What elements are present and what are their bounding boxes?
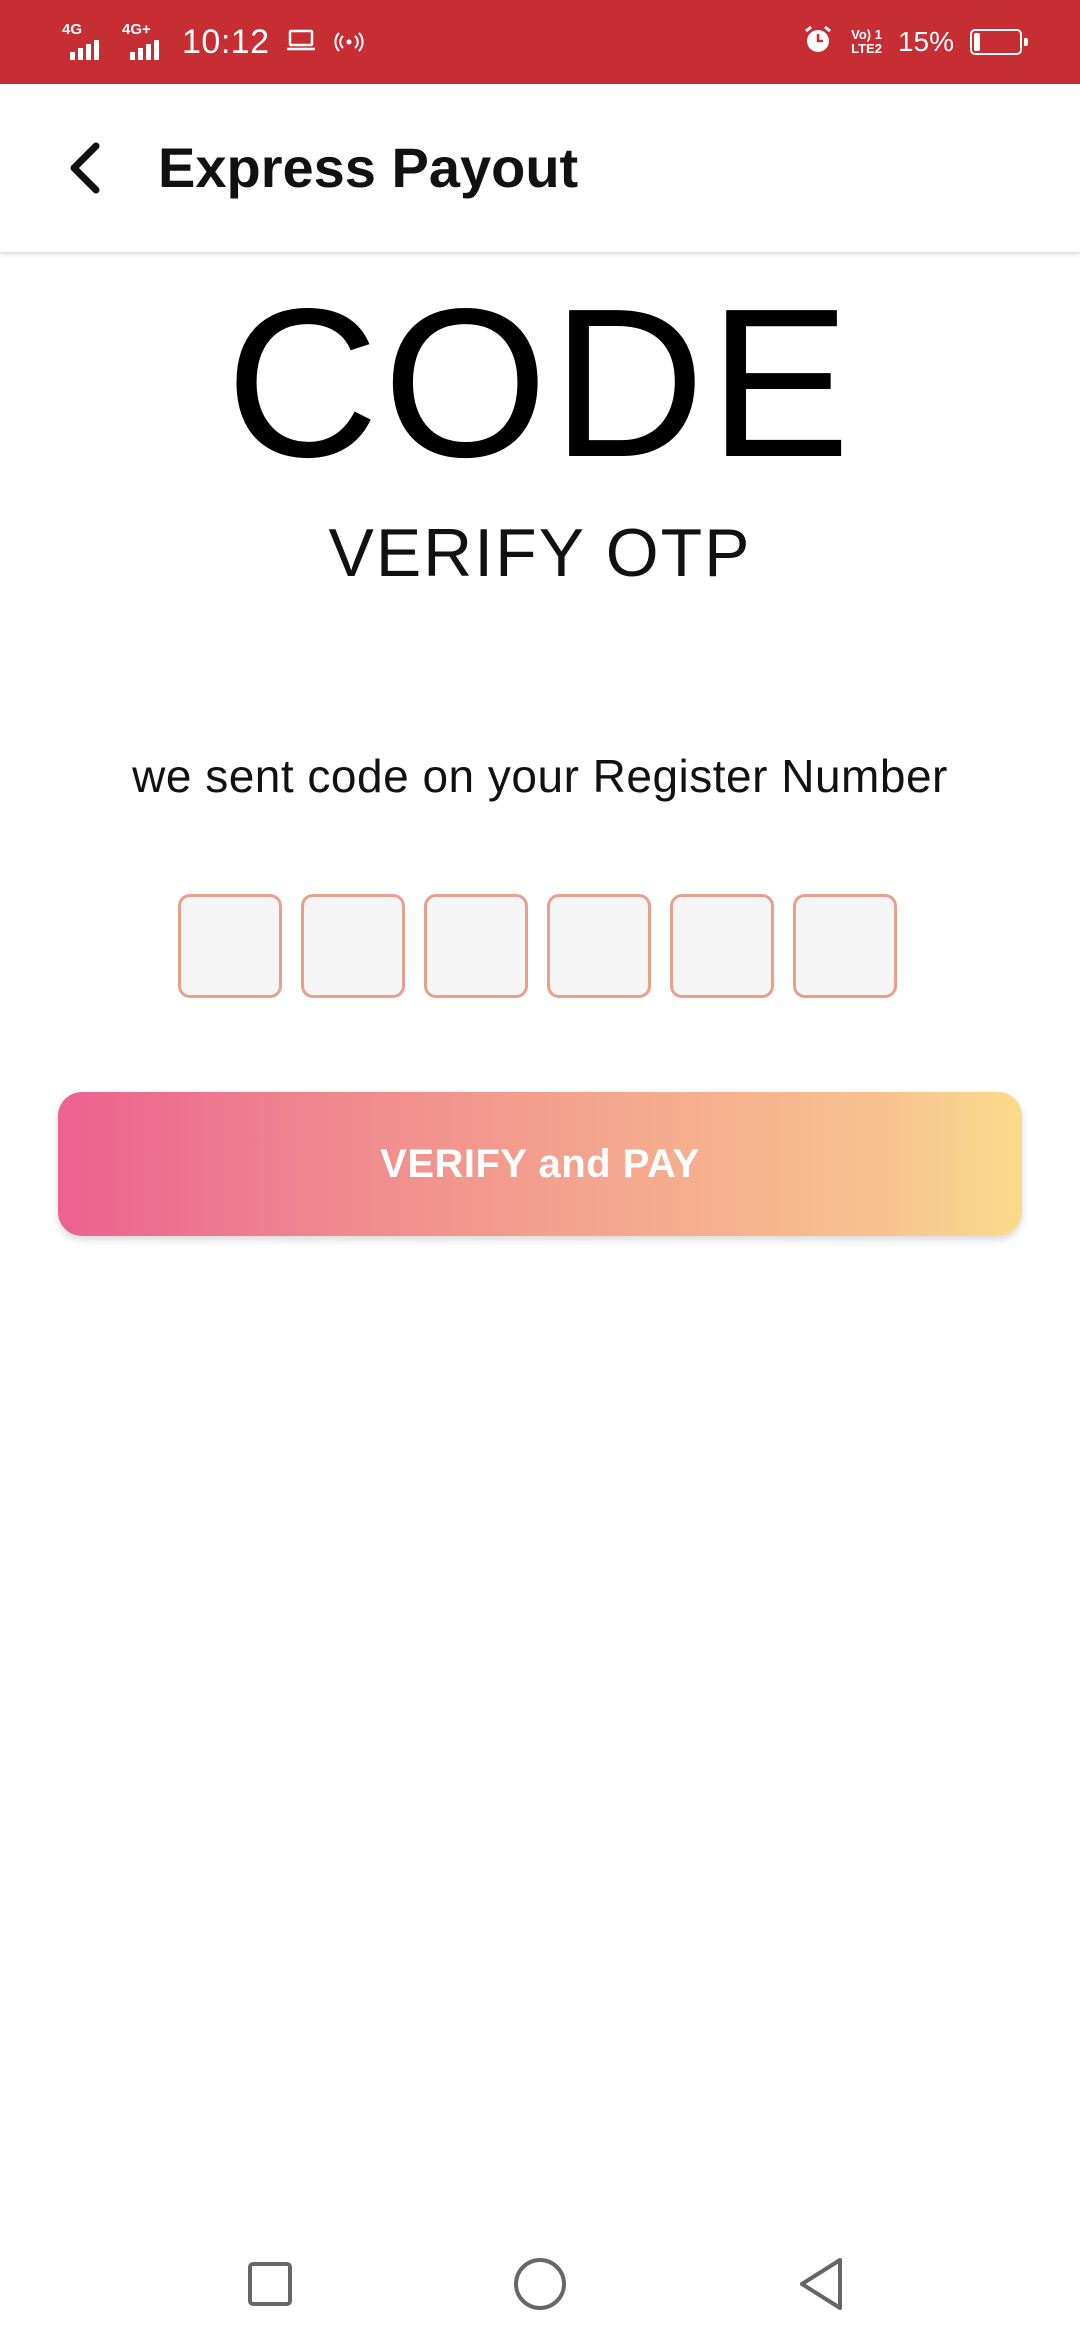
- otp-input-group: [178, 894, 902, 1000]
- back-arrow-icon: [70, 142, 100, 194]
- signal-4g-plus-icon: 4G+: [122, 22, 168, 62]
- status-bar-left: 4G 4G+ 10:12: [62, 0, 366, 84]
- otp-info-text: we sent code on your Register Number: [132, 750, 948, 802]
- otp-digit-5[interactable]: [670, 894, 774, 998]
- volte-indicator: Vo) 1 LTE2: [851, 28, 882, 56]
- status-bar-right: Vo) 1 LTE2 15%: [801, 0, 1028, 84]
- code-heading: CODE: [225, 264, 855, 501]
- verify-otp-subheading: VERIFY OTP: [328, 515, 752, 591]
- otp-digit-2[interactable]: [301, 894, 405, 998]
- circle-home-icon: [514, 2258, 566, 2310]
- laptop-icon: [284, 23, 318, 62]
- app-bar: Express Payout: [0, 84, 1080, 254]
- battery-percent: 15%: [897, 26, 954, 57]
- volte-line-1: Vo) 1: [851, 27, 882, 42]
- otp-digit-4[interactable]: [547, 894, 651, 998]
- battery-fill: [974, 33, 980, 51]
- system-nav-bar: [0, 2220, 1080, 2340]
- triangle-back-icon: [800, 2258, 842, 2310]
- status-time: 10:12: [182, 22, 270, 61]
- hotspot-icon: [332, 23, 366, 62]
- square-recents-icon: [248, 2262, 292, 2306]
- network-type-1: 4G: [62, 21, 83, 38]
- otp-digit-3[interactable]: [424, 894, 528, 998]
- volte-line-2: LTE2: [851, 41, 882, 56]
- otp-digit-6[interactable]: [793, 894, 897, 998]
- network-type-2: 4G+: [122, 21, 151, 38]
- otp-digit-1[interactable]: [178, 894, 282, 998]
- recents-button[interactable]: [230, 2244, 310, 2324]
- alarm-icon: [801, 23, 835, 62]
- status-bar: 4G 4G+ 10:12 Vo) 1 LTE2 15%: [0, 0, 1080, 84]
- home-button[interactable]: [500, 2244, 580, 2324]
- signal-4g-icon: 4G: [62, 22, 108, 62]
- system-back-button[interactable]: [782, 2244, 862, 2324]
- back-button[interactable]: [44, 128, 124, 208]
- page-title: Express Payout: [158, 136, 579, 199]
- battery-icon: [970, 29, 1028, 55]
- verify-and-pay-button[interactable]: VERIFY and PAY: [58, 1092, 1022, 1236]
